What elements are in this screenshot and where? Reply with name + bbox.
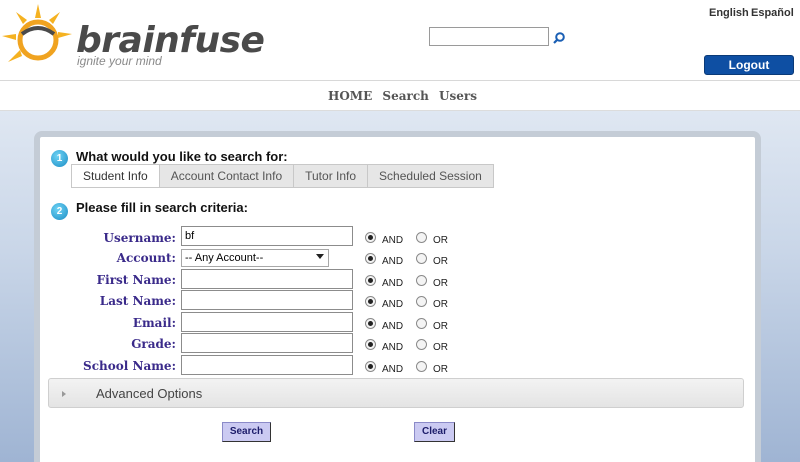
language-english-link[interactable]: English <box>709 7 749 19</box>
email-label: Email: <box>132 316 176 330</box>
first-name-label: First Name: <box>96 273 176 287</box>
username-and-label: AND <box>382 235 404 246</box>
chevron-down-icon <box>316 254 324 259</box>
username-or-label: OR <box>433 235 448 246</box>
username-label: Username: <box>103 231 176 245</box>
account-select-value: -- Any Account-- <box>185 252 264 264</box>
header: brainfuse ignite your mind English Españ… <box>0 0 800 81</box>
first-name-and-label: AND <box>382 278 404 289</box>
search-icon[interactable] <box>552 31 566 45</box>
step-1-title: What would you like to search for: <box>76 149 288 164</box>
username-or-radio[interactable] <box>416 232 427 243</box>
account-or-label: OR <box>433 256 448 267</box>
grade-or-radio[interactable] <box>416 339 427 350</box>
advanced-options-toggle[interactable]: Advanced Options <box>48 378 744 408</box>
tab-tutor-info[interactable]: Tutor Info <box>293 164 369 188</box>
account-select[interactable]: -- Any Account-- <box>181 249 329 267</box>
brainfuse-logo[interactable]: brainfuse ignite your mind <box>0 2 265 72</box>
school-name-or-label: OR <box>433 364 448 375</box>
step-2-badge: 2 <box>51 203 68 220</box>
tab-account-contact-info[interactable]: Account Contact Info <box>158 164 295 188</box>
account-label: Account: <box>116 251 176 265</box>
language-spanish-link[interactable]: Español <box>751 7 794 19</box>
account-or-radio[interactable] <box>416 253 427 264</box>
email-or-radio[interactable] <box>416 318 427 329</box>
email-or-label: OR <box>433 321 448 332</box>
last-name-field[interactable] <box>181 290 353 310</box>
nav-users[interactable]: Users <box>439 89 477 103</box>
logo-tagline: ignite your mind <box>77 54 162 68</box>
school-name-or-radio[interactable] <box>416 361 427 372</box>
grade-and-radio[interactable] <box>365 339 376 350</box>
last-name-or-label: OR <box>433 299 448 310</box>
school-name-label: School Name: <box>83 359 176 373</box>
school-name-and-radio[interactable] <box>365 361 376 372</box>
last-name-and-radio[interactable] <box>365 296 376 307</box>
first-name-or-radio[interactable] <box>416 275 427 286</box>
school-name-and-label: AND <box>382 364 404 375</box>
last-name-or-radio[interactable] <box>416 296 427 307</box>
nav-search[interactable]: Search <box>382 89 428 103</box>
search-type-tabs: Student Info Account Contact Info Tutor … <box>71 164 494 188</box>
clear-button[interactable]: Clear <box>414 422 455 442</box>
main-nav: HOME Search Users <box>0 81 800 111</box>
step-2-title: Please fill in search criteria: <box>76 200 248 215</box>
logout-button[interactable]: Logout <box>704 55 794 75</box>
advanced-options-label: Advanced Options <box>96 386 203 401</box>
school-name-field[interactable] <box>181 355 353 375</box>
step-1-badge: 1 <box>51 150 68 167</box>
search-button[interactable]: Search <box>222 422 271 442</box>
grade-and-label: AND <box>382 342 404 353</box>
username-and-radio[interactable] <box>365 232 376 243</box>
chevron-right-icon <box>62 391 66 397</box>
grade-label: Grade: <box>131 337 176 351</box>
last-name-and-label: AND <box>382 299 404 310</box>
email-field[interactable] <box>181 312 353 332</box>
header-search-input[interactable] <box>429 27 549 46</box>
username-field[interactable]: bf <box>181 226 353 246</box>
grade-field[interactable] <box>181 333 353 353</box>
grade-or-label: OR <box>433 342 448 353</box>
first-name-and-radio[interactable] <box>365 275 376 286</box>
account-and-radio[interactable] <box>365 253 376 264</box>
last-name-label: Last Name: <box>99 294 176 308</box>
tab-scheduled-session[interactable]: Scheduled Session <box>367 164 494 188</box>
email-and-radio[interactable] <box>365 318 376 329</box>
nav-home[interactable]: HOME <box>328 89 372 103</box>
email-and-label: AND <box>382 321 404 332</box>
sun-logo-icon <box>2 4 72 62</box>
first-name-field[interactable] <box>181 269 353 289</box>
account-and-label: AND <box>382 256 404 267</box>
tab-student-info[interactable]: Student Info <box>71 164 160 188</box>
first-name-or-label: OR <box>433 278 448 289</box>
